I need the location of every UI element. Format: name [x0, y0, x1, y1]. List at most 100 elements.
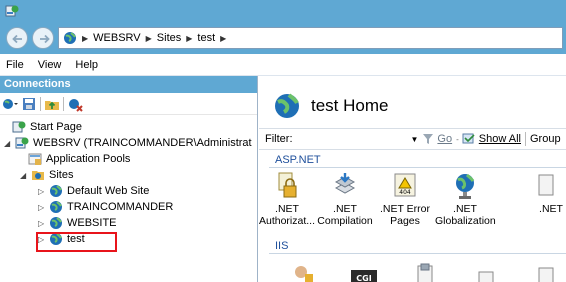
group-divider [269, 253, 566, 254]
chevron-right-icon: ▶ [82, 33, 89, 43]
tree-item-sites[interactable]: ◢ Sites [20, 167, 73, 183]
feature-net-profile[interactable]: .NET [521, 172, 566, 215]
authentication-icon [295, 266, 313, 282]
show-all-label: Show All [478, 133, 521, 145]
go-label: Go [437, 133, 453, 145]
page-title: test Home [273, 92, 388, 120]
address-bar: ▶ WEBSRV ▶ Sites ▶ test ▶ [0, 22, 566, 54]
feature-net-authorization[interactable]: .NET Authorizat... [257, 172, 317, 227]
tree-item-website[interactable]: ▷ WEBSITE [38, 215, 117, 231]
expanded-arrow-icon[interactable]: ◢ [20, 171, 28, 180]
error-pages-icon: 404 [394, 173, 416, 197]
collapsed-arrow-icon[interactable]: ▷ [38, 219, 46, 228]
default-document-icon [478, 271, 494, 282]
filter-input[interactable] [293, 131, 411, 147]
group-iis-label: IIS [275, 240, 289, 252]
feature-net-compilation[interactable]: .NET Compilation [315, 172, 375, 227]
website-globe-icon [49, 200, 63, 214]
connections-toolbar [0, 93, 257, 115]
funnel-icon [423, 134, 434, 144]
tree-item-traincommander[interactable]: ▷ TRAINCOMMANDER [38, 199, 173, 215]
feature-compression[interactable] [395, 260, 455, 282]
menu-help-label: Help [75, 58, 99, 71]
profile-icon [538, 174, 554, 196]
feature-net-globalization[interactable]: .NET Globalization [435, 172, 496, 227]
tree-item-websrv[interactable]: ◢ WEBSRV (TRAINCOMMANDER\Administrat [4, 135, 252, 151]
forward-arrow-icon [40, 34, 50, 44]
filter-label: Filter: [265, 133, 293, 145]
menu-bar: File View Help [0, 54, 566, 76]
forward-button[interactable] [32, 27, 54, 49]
authorization-icon [278, 172, 297, 198]
feature-directory-browsing[interactable] [521, 260, 566, 282]
tree-item-application-pools[interactable]: Application Pools [28, 151, 130, 167]
show-all-icon [462, 133, 475, 144]
tree-label: WEBSRV (TRAINCOMMANDER\Administrat [33, 137, 252, 149]
address-field[interactable]: ▶ WEBSRV ▶ Sites ▶ test ▶ [58, 27, 563, 49]
save-icon[interactable] [21, 96, 37, 112]
feature-line-1: .NET Error [380, 203, 430, 215]
directory-browsing-icon [538, 267, 554, 282]
breadcrumb-websrv[interactable]: WEBSRV [93, 32, 140, 44]
feature-cgi[interactable]: CGI [334, 260, 394, 282]
tree-item-default-web-site[interactable]: ▷ Default Web Site [38, 183, 149, 199]
title-bar [0, 0, 566, 22]
filter-bar: Filter: ▼ Go - Show All Group [259, 128, 566, 150]
group-aspnet-label: ASP.NET [275, 154, 321, 166]
breadcrumb-test[interactable]: test [197, 32, 215, 44]
menu-file[interactable]: File [0, 59, 32, 71]
feature-line-1: .NET [539, 203, 563, 215]
dropdown-arrow-icon[interactable]: ▼ [411, 135, 419, 144]
tree-label: Start Page [30, 121, 82, 133]
back-arrow-icon [12, 34, 22, 44]
group-by-label: Group [529, 133, 561, 145]
go-button[interactable]: Go [422, 133, 452, 145]
up-folder-icon[interactable] [44, 96, 60, 112]
cgi-text: CGI [356, 274, 371, 282]
menu-help[interactable]: Help [69, 59, 106, 71]
tree-item-start-page[interactable]: Start Page [12, 119, 82, 135]
svg-text:404: 404 [399, 189, 411, 196]
feature-line-1: .NET [453, 203, 477, 215]
feature-line-2: Globalization [435, 215, 496, 227]
globalization-icon [456, 173, 475, 199]
content-pane: test Home Filter: ▼ Go - Show All Group … [259, 76, 566, 282]
disconnect-icon[interactable] [67, 96, 83, 112]
tree-label: Sites [49, 169, 74, 181]
chevron-right-icon[interactable]: ▶ [220, 34, 226, 43]
collapsed-arrow-icon[interactable]: ▷ [38, 187, 46, 196]
toolbar-divider [40, 96, 41, 111]
feature-default-document[interactable] [455, 260, 515, 282]
breadcrumb-sites[interactable]: Sites [157, 32, 181, 44]
compilation-icon [334, 173, 356, 194]
chevron-right-icon: ▶ [145, 33, 152, 43]
show-all-button[interactable]: - Show All [456, 133, 521, 145]
globe-icon [275, 93, 299, 118]
menu-view[interactable]: View [32, 59, 70, 71]
tree-label: Application Pools [46, 153, 131, 165]
connections-header: Connections [0, 76, 257, 93]
collapsed-arrow-icon[interactable]: ▷ [38, 203, 46, 212]
menu-file-label: File [6, 58, 24, 71]
start-page-icon [12, 120, 26, 134]
website-globe-icon [49, 184, 63, 198]
separator-dash-icon: - [456, 134, 459, 144]
feature-line-1: .NET [275, 203, 299, 215]
toolbar-divider [63, 96, 64, 111]
expanded-arrow-icon[interactable]: ◢ [4, 139, 12, 148]
back-button[interactable] [6, 27, 28, 49]
feature-authentication[interactable] [272, 260, 332, 282]
group-divider [269, 167, 566, 168]
home-title: test Home [311, 96, 389, 115]
group-by-button[interactable]: Group [530, 133, 561, 145]
feature-line-1: .NET [333, 203, 357, 215]
cgi-icon: CGI [351, 270, 377, 282]
website-globe-icon [49, 216, 63, 230]
server-icon [15, 136, 29, 150]
connect-icon[interactable] [2, 96, 18, 112]
iis-app-icon [5, 4, 19, 18]
globe-icon [64, 32, 76, 44]
chevron-right-icon: ▶ [186, 33, 193, 43]
tree-label: WEBSITE [67, 217, 117, 229]
feature-net-error-pages[interactable]: 404 .NET Error Pages [375, 172, 435, 227]
